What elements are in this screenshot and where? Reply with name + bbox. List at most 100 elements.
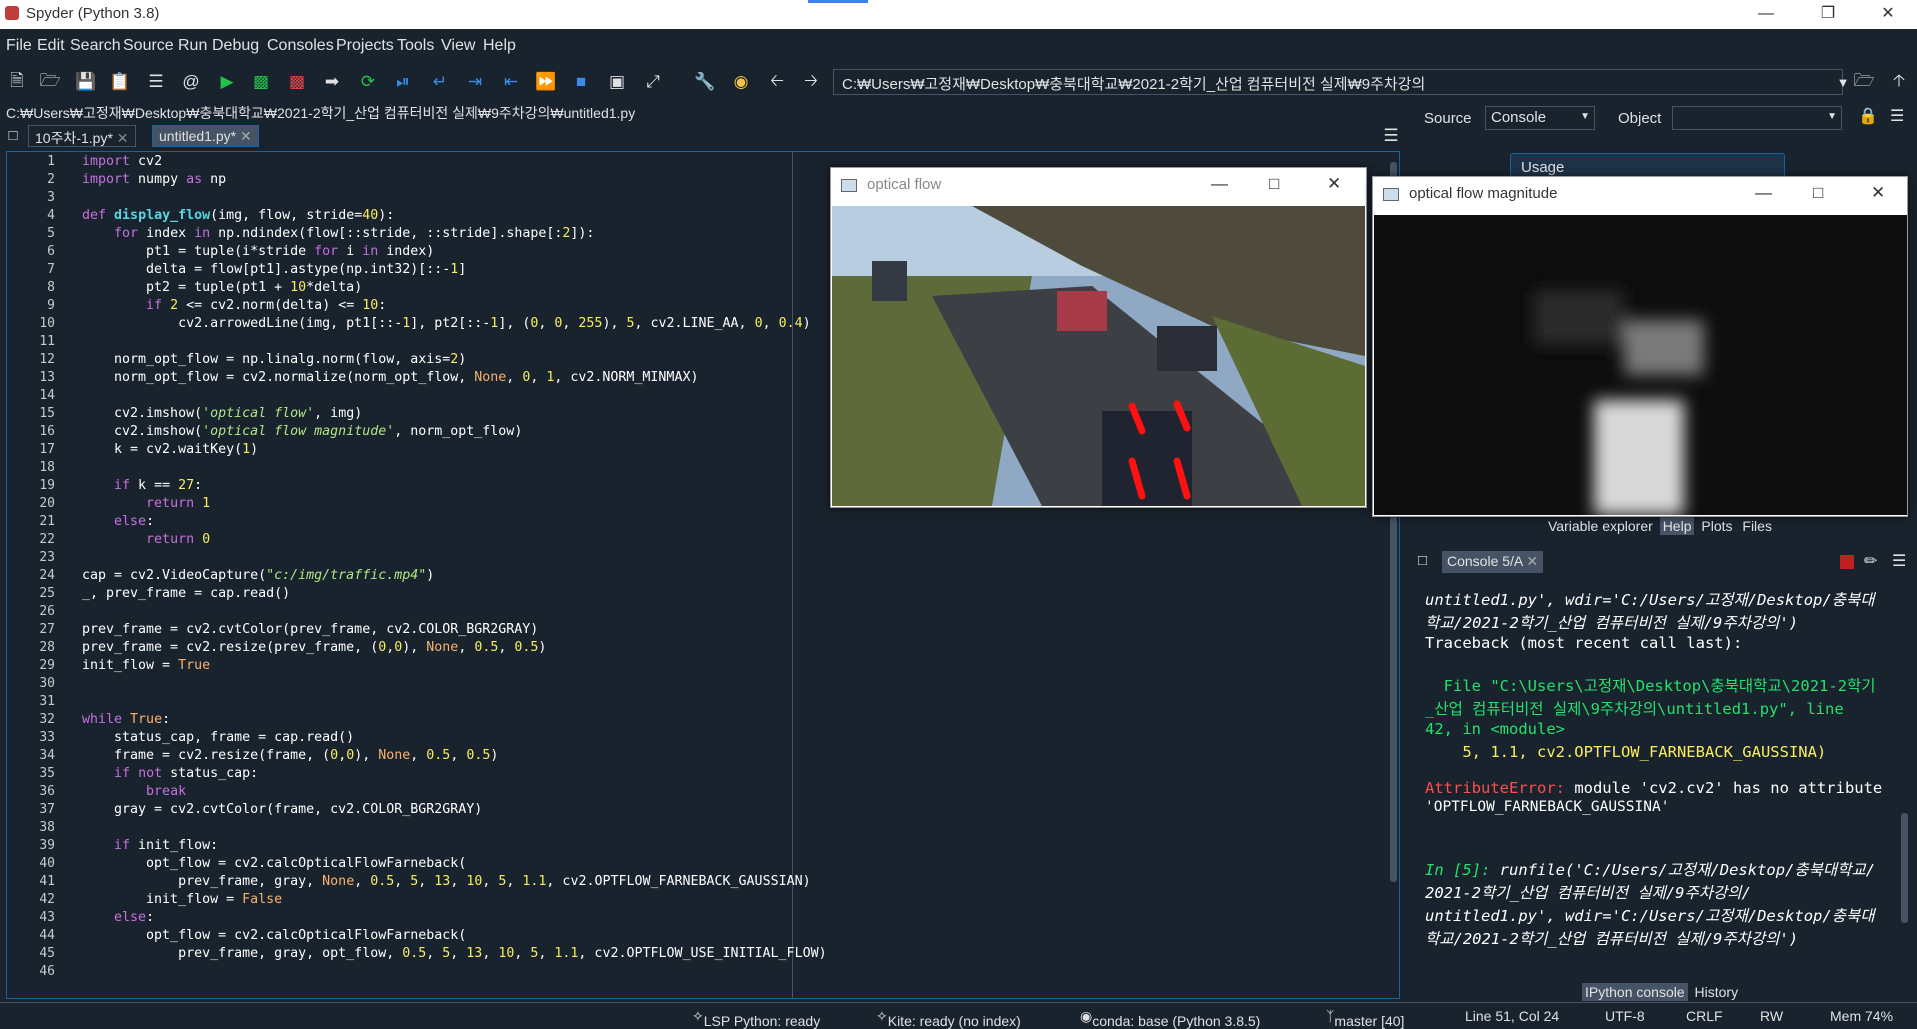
maximize-icon[interactable]: □ — [1269, 174, 1279, 194]
step-return-icon[interactable]: ⇤ — [500, 71, 522, 93]
encoding-status: UTF-8 — [1605, 1008, 1645, 1024]
line-number: 32 — [39, 712, 55, 727]
menu-search[interactable]: Search — [70, 37, 121, 55]
maximize-icon[interactable]: □ — [1813, 183, 1823, 203]
preferences-icon[interactable]: 🔧 — [694, 71, 716, 93]
code-line: init_flow = False — [82, 892, 283, 907]
line-number: 4 — [47, 208, 55, 223]
step-into-icon[interactable]: ⇥ — [464, 71, 486, 93]
forward-arrow-icon[interactable]: 🡢 — [800, 71, 822, 93]
lock-icon[interactable]: 🔒 — [1858, 106, 1878, 126]
tab-help[interactable]: Help — [1659, 517, 1695, 535]
tab-10주차[interactable]: 10주차-1.py* ✕ — [28, 125, 136, 147]
editor-options-icon[interactable]: ☰ — [1380, 125, 1402, 147]
continue-icon[interactable]: ⏩ — [535, 71, 557, 93]
at-icon[interactable]: @ — [180, 71, 202, 93]
menu-help[interactable]: Help — [483, 37, 516, 55]
menu-consoles[interactable]: Consoles — [267, 37, 334, 55]
console-line: Traceback (most recent call last): — [1425, 634, 1743, 652]
minimize-icon[interactable]: — — [1746, 2, 1786, 26]
line-number: 22 — [39, 532, 55, 547]
close-tab-icon[interactable]: ✕ — [117, 130, 129, 146]
line-number: 34 — [39, 748, 55, 763]
python-path-icon[interactable]: ◉ — [730, 71, 752, 93]
close-icon[interactable]: ✕ — [1871, 183, 1885, 203]
menu-file[interactable]: File — [6, 37, 32, 55]
run-selection-icon[interactable]: ➡ — [321, 71, 343, 93]
code-line: return 1 — [146, 496, 211, 511]
debug-icon[interactable]: ⏯ — [392, 71, 414, 93]
chevron-down-icon[interactable]: ▼ — [1832, 71, 1854, 93]
close-tab-icon[interactable]: ✕ — [240, 128, 252, 144]
close-tab-icon[interactable]: ✕ — [1526, 553, 1538, 569]
menu-debug[interactable]: Debug — [212, 37, 259, 55]
line-number: 38 — [39, 820, 55, 835]
tab-console[interactable]: Console 5/A ✕ — [1442, 551, 1544, 573]
line-number: 11 — [39, 334, 55, 349]
run-cell-advance-icon[interactable]: ▩ — [286, 71, 308, 93]
menu-view[interactable]: View — [441, 37, 475, 55]
git-status: ᛉ master [40] — [1326, 1008, 1405, 1029]
open-file-icon[interactable]: 🗁 — [39, 71, 61, 93]
parent-dir-icon[interactable]: 🡡 — [1888, 71, 1910, 93]
code-line: else: — [114, 910, 155, 925]
tab-untitled1[interactable]: untitled1.py* ✕ — [152, 125, 259, 147]
maximize-pane-icon[interactable]: ▣ — [606, 71, 628, 93]
menu-projects[interactable]: Projects — [336, 37, 394, 55]
help-options-icon[interactable]: ☰ — [1890, 106, 1904, 126]
tab-ipython-console[interactable]: IPython console — [1582, 983, 1688, 1001]
tab-plots[interactable]: Plots — [1698, 517, 1735, 535]
line-number: 45 — [39, 946, 55, 961]
line-number: 37 — [39, 802, 55, 817]
rw-status: RW — [1760, 1008, 1784, 1024]
browse-tabs-icon[interactable]: □ — [2, 124, 24, 146]
new-file-icon[interactable]: 🗎 — [6, 71, 28, 93]
optical-flow-magnitude-window[interactable]: optical flow magnitude — □ ✕ — [1372, 176, 1908, 517]
kite-status: ✧ Kite: ready (no index) — [876, 1008, 1021, 1029]
save-icon[interactable]: 💾 — [75, 71, 97, 93]
close-icon[interactable]: ✕ — [1327, 174, 1341, 194]
minimize-icon[interactable]: — — [1211, 174, 1228, 194]
menu-tools[interactable]: Tools — [397, 37, 434, 55]
stop-kernel-icon[interactable] — [1840, 555, 1854, 569]
console-scrollbar[interactable] — [1901, 813, 1908, 923]
clear-console-icon[interactable]: ✏ — [1864, 551, 1877, 571]
eol-status: CRLF — [1686, 1008, 1723, 1024]
code-line: prev_frame, gray, None, 0.5, 5, 13, 10, … — [82, 874, 811, 889]
menu-source[interactable]: Source — [123, 37, 174, 55]
source-select[interactable]: Console ▼ — [1485, 106, 1595, 130]
object-input[interactable]: ▼ — [1672, 106, 1842, 130]
console-line: 학교/2021-2학기_산업 컴퓨터비전 실제/9주차강의') — [1425, 930, 1799, 948]
console-options-icon[interactable]: ☰ — [1892, 551, 1906, 571]
console-prompt-line: In [5]: runfile('C:/Users/고정재/Desktop/충북… — [1425, 861, 1876, 879]
line-number: 28 — [39, 640, 55, 655]
menu-edit[interactable]: Edit — [37, 37, 65, 55]
ipython-console[interactable]: untitled1.py', wdir='C:/Users/고정재/Deskto… — [1417, 578, 1908, 972]
tab-variable-explorer[interactable]: Variable explorer — [1545, 517, 1656, 535]
optical-flow-window[interactable]: optical flow — □ ✕ — [830, 167, 1367, 508]
console-line: File "C:\Users\고정재\Desktop\충북대학교\2021-2학… — [1425, 677, 1876, 695]
working-directory-input[interactable]: C:₩Users₩고정재₩Desktop₩충북대학교₩2021-2학기_산업 컴… — [833, 69, 1843, 95]
browse-tabs-icon[interactable]: □ — [1418, 552, 1427, 569]
minimize-icon[interactable]: — — [1755, 183, 1772, 203]
line-number: 18 — [39, 460, 55, 475]
step-icon[interactable]: ↵ — [429, 71, 451, 93]
list-icon[interactable]: ☰ — [145, 71, 167, 93]
usage-title: Usage — [1521, 159, 1565, 176]
stop-debug-icon[interactable]: ■ — [570, 71, 592, 93]
close-icon[interactable]: ✕ — [1868, 2, 1908, 26]
menu-run[interactable]: Run — [178, 37, 207, 55]
fullscreen-icon[interactable]: ⤢ — [642, 71, 664, 93]
maximize-icon[interactable]: ❐ — [1808, 2, 1848, 26]
code-line: frame = cv2.resize(frame, (0,0), None, 0… — [82, 748, 499, 763]
run-cell-icon[interactable]: ▩ — [250, 71, 272, 93]
save-all-icon[interactable]: 📋 — [109, 71, 131, 93]
tab-files[interactable]: Files — [1739, 517, 1775, 535]
back-arrow-icon[interactable]: 🡠 — [766, 71, 788, 93]
rerun-icon[interactable]: ⟳ — [357, 71, 379, 93]
line-number: 1 — [47, 154, 55, 169]
browse-folder-icon[interactable]: 🗁 — [1853, 71, 1875, 93]
line-number: 44 — [39, 928, 55, 943]
run-icon[interactable]: ▶ — [216, 71, 238, 93]
tab-history[interactable]: History — [1692, 983, 1742, 1001]
